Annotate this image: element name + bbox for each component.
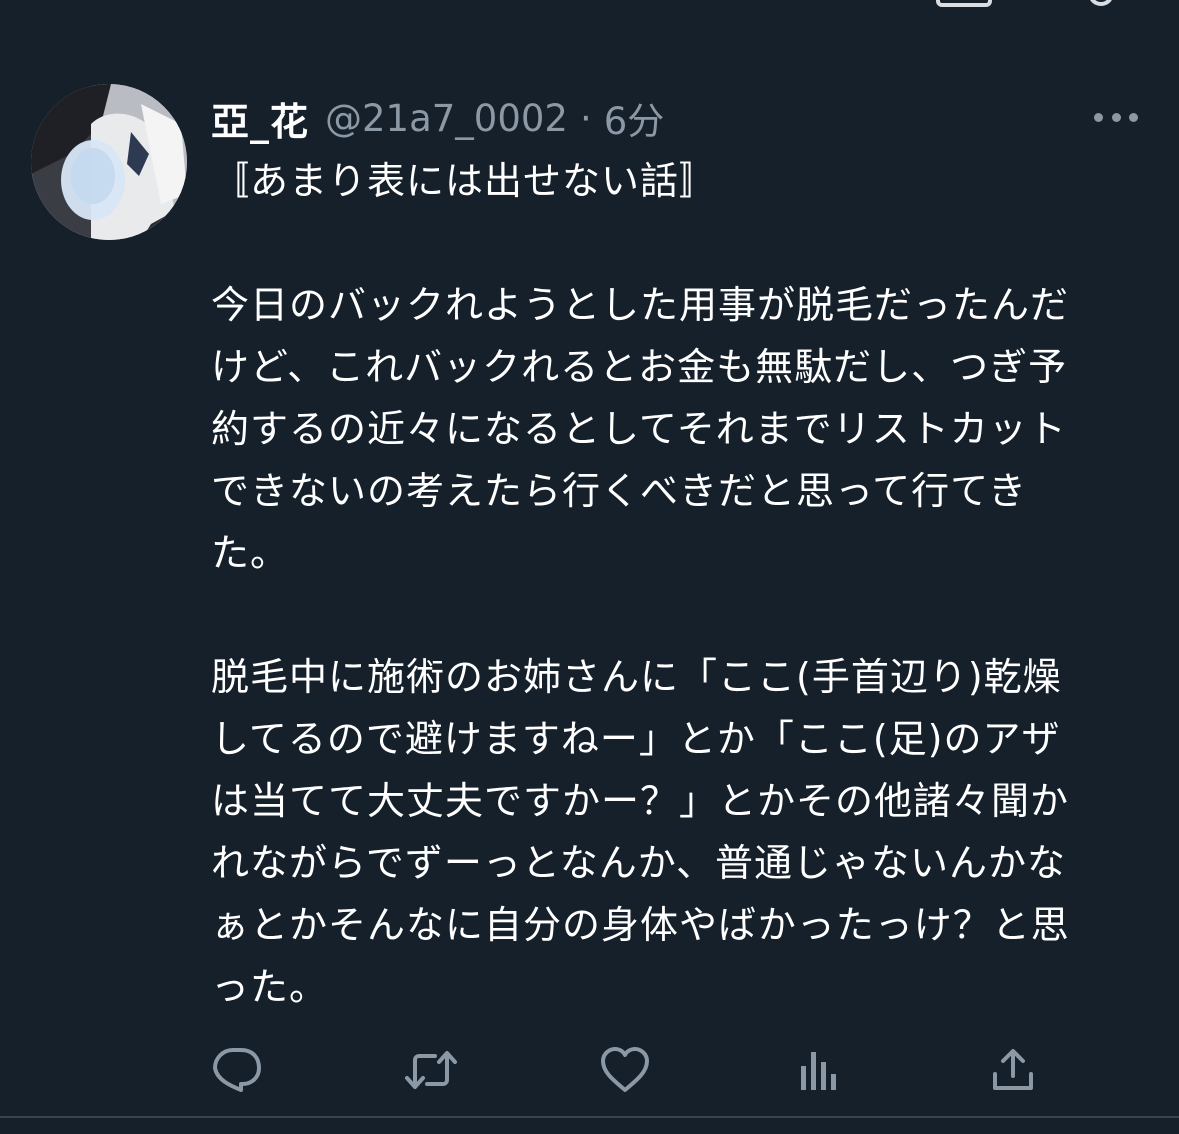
reply-icon [213, 1048, 261, 1092]
text-line: は当てて大丈夫ですかー？」とかその他諸々聞か [211, 779, 1070, 823]
more-dot-icon [1129, 112, 1138, 122]
avatar[interactable] [31, 84, 187, 240]
text-line: れながらでずーっとなんか、普通じゃないんかな [211, 841, 1066, 885]
text-line: 〚あまり表には出せない話〛 [211, 159, 719, 203]
more-dot-icon [1094, 112, 1103, 122]
separator-dot: · [579, 96, 592, 140]
tweet-paragraph: 〚あまり表には出せない話〛 [211, 150, 1151, 212]
text-line: してるので避けますねー」とか「ここ(足)のアザ [211, 717, 1061, 761]
like-button[interactable] [595, 1040, 655, 1100]
tweet-paragraph: 脱毛中に施術のお姉さんに「ここ(手首辺り)乾燥 してるので避けますねー」とか「こ… [211, 646, 1151, 1018]
analytics-icon [801, 1052, 836, 1090]
text-line: 今日のバックれようとした用事が脱毛だったんだ [211, 283, 1070, 327]
text-line: た。 [211, 531, 290, 575]
text-line: できないの考えたら行くべきだと思って行てき [211, 469, 1027, 513]
user-handle[interactable]: @21a7_0002 [325, 97, 568, 140]
tweet-text: 〚あまり表には出せない話〛 今日のバックれようとした用事が脱毛だったんだ けど、… [211, 150, 1151, 1018]
more-options-button[interactable] [1094, 102, 1138, 132]
tweet-paragraph: 今日のバックれようとした用事が脱毛だったんだ けど、これバックれるとお金も無駄だ… [211, 274, 1151, 584]
divider [0, 1116, 1179, 1118]
text-line: ぁとかそんなに自分の身体やばかったっけ？と思 [211, 903, 1070, 947]
text-line: った。 [211, 965, 329, 1009]
heart-icon [601, 1047, 649, 1092]
tweet-header: 亞_花 @21a7_0002 · 6分 [211, 92, 664, 144]
reply-button[interactable] [207, 1040, 267, 1100]
tweet-actions [211, 1040, 1051, 1100]
more-dot-icon [1111, 112, 1121, 122]
share-button[interactable] [983, 1040, 1043, 1100]
text-line: 約するの近々になるとしてそれまでリストカット [211, 407, 1067, 451]
text-line: 脱毛中に施術のお姉さんに「ここ(手首辺り)乾燥 [211, 655, 1062, 699]
timestamp[interactable]: 6分 [604, 91, 665, 145]
tweet: 亞_花 @21a7_0002 · 6分 〚あまり表には出せない話〛 今日のバック… [0, 0, 1179, 1134]
share-icon [993, 1049, 1033, 1090]
text-line: けど、これバックれるとお金も無駄だし、つぎ予 [211, 345, 1068, 389]
views-button[interactable] [789, 1040, 849, 1100]
retweet-icon [405, 1051, 457, 1089]
display-name[interactable]: 亞_花 [211, 91, 309, 146]
retweet-button[interactable] [401, 1040, 461, 1100]
